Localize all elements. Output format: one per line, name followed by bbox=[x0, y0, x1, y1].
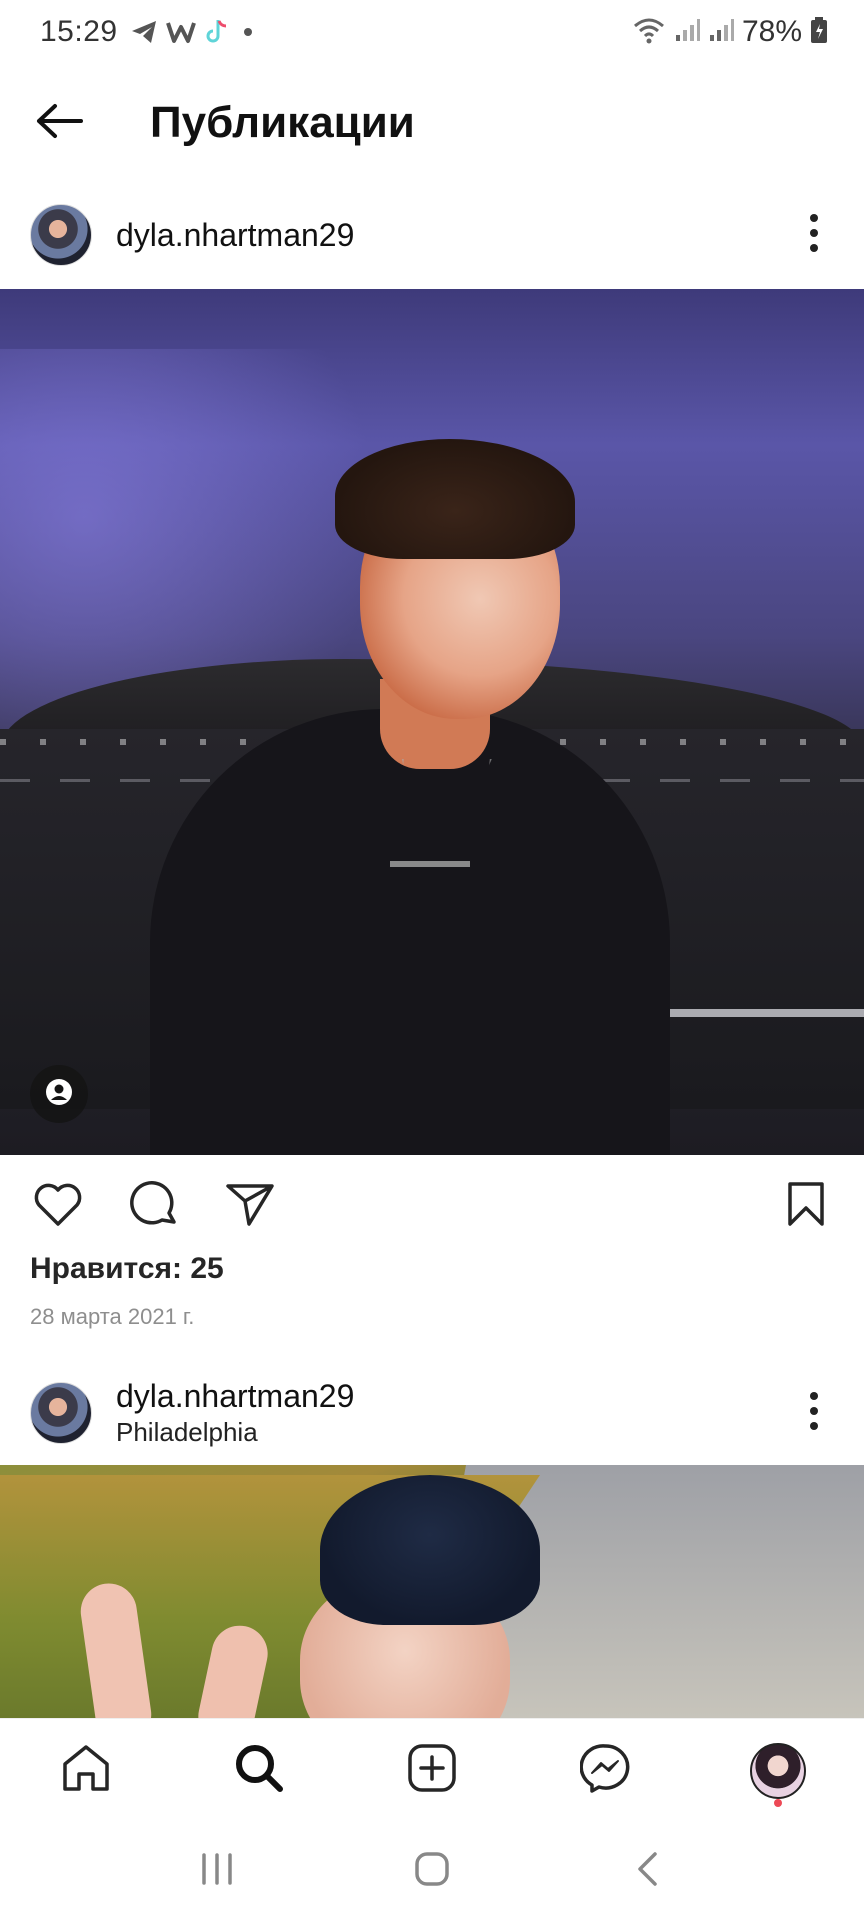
battery-percent: 78% bbox=[741, 15, 802, 48]
back-system-button[interactable] bbox=[617, 1841, 677, 1901]
post-header: dyla.nhartman29 Philadelphia bbox=[0, 1361, 864, 1465]
wifi-icon bbox=[632, 16, 666, 49]
profile-avatar bbox=[749, 1742, 806, 1799]
username-link[interactable]: dyla.nhartman29 bbox=[116, 1378, 354, 1415]
bookmark-icon bbox=[786, 1181, 826, 1232]
tiktok-icon bbox=[204, 18, 228, 46]
more-vertical-icon bbox=[809, 1391, 819, 1436]
notification-dot bbox=[243, 28, 252, 36]
nav-messenger[interactable] bbox=[565, 1731, 645, 1811]
nav-search[interactable] bbox=[219, 1731, 299, 1811]
like-button[interactable] bbox=[30, 1178, 86, 1234]
location-link[interactable]: Philadelphia bbox=[116, 1417, 354, 1448]
post-header: dyla.nhartman29 bbox=[0, 183, 864, 287]
signal-icon bbox=[708, 17, 734, 48]
w-app-icon bbox=[165, 19, 196, 45]
search-icon bbox=[234, 1743, 284, 1798]
photo-shirt-text bbox=[390, 861, 470, 867]
share-icon bbox=[225, 1181, 275, 1232]
signal-icon bbox=[674, 17, 700, 48]
system-navigation bbox=[0, 1822, 864, 1920]
share-button[interactable] bbox=[222, 1178, 278, 1234]
status-bar: 15:29 78% bbox=[0, 0, 864, 64]
top-header: Публикации bbox=[0, 64, 864, 182]
create-post-icon bbox=[407, 1743, 457, 1798]
heart-icon bbox=[33, 1181, 83, 1232]
nav-profile[interactable] bbox=[738, 1731, 818, 1811]
nav-create[interactable] bbox=[392, 1731, 472, 1811]
messenger-icon bbox=[579, 1743, 630, 1798]
avatar[interactable] bbox=[30, 1382, 92, 1444]
post-photo[interactable] bbox=[0, 289, 864, 1155]
username-link[interactable]: dyla.nhartman29 bbox=[116, 217, 354, 254]
post-photo[interactable] bbox=[0, 1465, 864, 1718]
tagged-people-button[interactable] bbox=[30, 1065, 88, 1123]
post-date: 28 марта 2021 г. bbox=[30, 1304, 195, 1329]
recent-apps-button[interactable] bbox=[187, 1841, 247, 1901]
home-icon bbox=[61, 1744, 111, 1797]
arrow-left-icon bbox=[35, 103, 83, 144]
more-options-button[interactable] bbox=[794, 1383, 834, 1443]
photo-cap bbox=[320, 1475, 540, 1625]
post-user-info: dyla.nhartman29 bbox=[116, 217, 354, 254]
status-right: 78% bbox=[632, 15, 828, 49]
nav-home[interactable] bbox=[46, 1731, 126, 1811]
home-square-icon bbox=[414, 1851, 450, 1892]
page-title: Публикации bbox=[150, 98, 415, 147]
notification-dot bbox=[773, 1798, 782, 1807]
more-options-button[interactable] bbox=[794, 205, 834, 265]
comment-icon bbox=[129, 1179, 179, 1234]
battery-icon bbox=[810, 16, 828, 49]
telegram-icon bbox=[130, 19, 158, 45]
photo-person-hair bbox=[335, 439, 575, 559]
status-left: 15:29 bbox=[40, 15, 252, 49]
avatar[interactable] bbox=[30, 204, 92, 266]
comment-button[interactable] bbox=[126, 1178, 182, 1234]
bottom-navigation bbox=[0, 1718, 864, 1822]
back-button[interactable] bbox=[0, 64, 118, 182]
recent-apps-icon bbox=[200, 1852, 234, 1890]
person-icon bbox=[44, 1077, 74, 1112]
post-actions bbox=[0, 1170, 864, 1242]
status-time: 15:29 bbox=[40, 15, 118, 48]
more-vertical-icon bbox=[809, 213, 819, 258]
likes-count[interactable]: Нравится: 25 bbox=[30, 1252, 224, 1286]
chevron-left-icon bbox=[635, 1851, 659, 1892]
status-app-icons bbox=[130, 18, 252, 46]
save-button[interactable] bbox=[778, 1178, 834, 1234]
home-system-button[interactable] bbox=[402, 1841, 462, 1901]
post-user-info: dyla.nhartman29 Philadelphia bbox=[116, 1378, 354, 1448]
